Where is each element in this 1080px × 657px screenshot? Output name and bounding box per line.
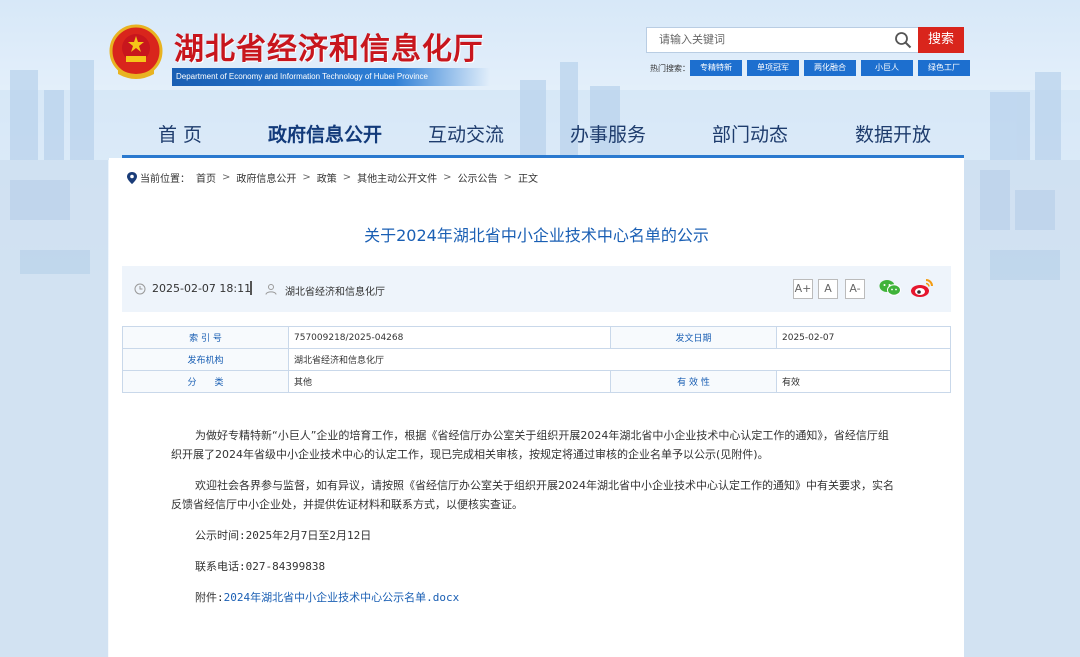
search-button[interactable]: 搜索	[918, 27, 964, 53]
contact-phone: 联系电话:027-84399838	[195, 560, 326, 573]
breadcrumb: 当前位置： 首页 > 政府信息公开 > 政策 > 其他主动公开文件 > 公示公告…	[127, 170, 538, 185]
person-icon	[265, 284, 277, 295]
nav-item-interaction[interactable]: 互动交流	[428, 118, 504, 152]
document-meta-table: 索 引 号 757009218/2025-04268 发文日期 2025-02-…	[122, 326, 951, 393]
site-subtitle: Department of Economy and Information Te…	[172, 68, 490, 86]
clock-icon	[134, 283, 146, 295]
meta-value: 湖北省经济和信息化厅	[288, 348, 951, 371]
nav-item-dept-news[interactable]: 部门动态	[712, 118, 788, 152]
location-pin-icon	[127, 171, 137, 184]
nav-item-open-data[interactable]: 数据开放	[855, 118, 931, 152]
body-paragraph: 欢迎社会各界参与监督，如有异议，请按照《省经信厅办公室关于组织开展2024年湖北…	[171, 479, 894, 511]
info-divider	[250, 281, 252, 295]
publicity-period: 公示时间:2025年2月7日至2月12日	[195, 529, 372, 542]
hot-tag[interactable]: 两化融合	[804, 60, 856, 76]
article-body: 为做好专精特新“小巨人”企业的培育工作，根据《省经信厅办公室关于组织开展2024…	[171, 426, 899, 619]
breadcrumb-item[interactable]: 其他主动公开文件	[357, 170, 437, 185]
breadcrumb-label: 当前位置：	[140, 174, 190, 185]
breadcrumb-item[interactable]: 首页	[196, 170, 216, 185]
breadcrumb-separator: >	[503, 172, 512, 183]
breadcrumb-item[interactable]: 政策	[317, 170, 337, 185]
nav-item-services[interactable]: 办事服务	[570, 118, 646, 152]
meta-key: 有 效 性	[610, 370, 777, 393]
national-emblem-icon	[109, 24, 163, 79]
breadcrumb-separator: >	[222, 172, 231, 183]
nav-item-home[interactable]: 首 页	[158, 118, 202, 152]
meta-key: 索 引 号	[122, 326, 289, 349]
meta-value: 2025-02-07	[776, 326, 951, 349]
hot-tag[interactable]: 专精特新	[690, 60, 742, 76]
search-input[interactable]: 请输入关键词	[646, 27, 918, 53]
article-title: 关于2024年湖北省中小企业技术中心名单的公示	[364, 226, 709, 245]
hot-search-label: 热门搜索：	[650, 64, 690, 73]
font-size-small-button[interactable]: A-	[845, 279, 865, 299]
attachment-link[interactable]: 2024年湖北省中小企业技术中心公示名单.docx	[224, 591, 460, 604]
hot-tag[interactable]: 绿色工厂	[918, 60, 970, 76]
breadcrumb-separator: >	[443, 172, 452, 183]
breadcrumb-item[interactable]: 公示公告	[458, 170, 498, 185]
meta-key: 发文日期	[610, 326, 777, 349]
breadcrumb-separator: >	[302, 172, 311, 183]
wechat-share-icon[interactable]	[879, 279, 901, 297]
hot-search-tags: 专精特新 单项冠军 两化融合 小巨人 绿色工厂	[690, 60, 970, 76]
breadcrumb-separator: >	[342, 172, 352, 183]
publish-source: 湖北省经济和信息化厅	[285, 287, 385, 298]
meta-key: 发布机构	[122, 348, 289, 371]
article-info-bar: 2025-02-07 18:11 湖北省经济和信息化厅 A+ A A-	[122, 266, 951, 312]
font-size-large-button[interactable]: A+	[793, 279, 813, 299]
publish-date: 2025-02-07 18:11	[152, 282, 252, 295]
breadcrumb-item[interactable]: 政府信息公开	[236, 170, 296, 185]
attachment-line: 附件:2024年湖北省中小企业技术中心公示名单.docx	[171, 588, 899, 607]
breadcrumb-item-current: 正文	[517, 174, 538, 185]
meta-value: 757009218/2025-04268	[288, 326, 611, 349]
meta-value: 有效	[776, 370, 951, 393]
main-content: 当前位置： 首页 > 政府信息公开 > 政策 > 其他主动公开文件 > 公示公告…	[109, 158, 964, 657]
meta-key: 分 类	[122, 370, 289, 393]
table-row: 分 类 其他 有 效 性 有效	[122, 370, 951, 393]
nav-item-gov-info[interactable]: 政府信息公开	[268, 118, 382, 152]
font-size-medium-button[interactable]: A	[818, 279, 838, 299]
weibo-share-icon[interactable]	[910, 278, 934, 298]
meta-value: 其他	[288, 370, 611, 393]
body-paragraph: 为做好专精特新“小巨人”企业的培育工作，根据《省经信厅办公室关于组织开展2024…	[171, 429, 889, 461]
main-nav: 首 页 政府信息公开 互动交流 办事服务 部门动态 数据开放	[122, 118, 964, 158]
hot-tag[interactable]: 单项冠军	[747, 60, 799, 76]
attachment-label: 附件:	[195, 591, 224, 604]
site-title: 湖北省经济和信息化厅	[174, 32, 484, 67]
table-row: 索 引 号 757009218/2025-04268 发文日期 2025-02-…	[122, 326, 951, 349]
search-icon[interactable]	[894, 31, 912, 49]
site-header: 湖北省经济和信息化厅 Department of Economy and Inf…	[0, 0, 1080, 160]
hot-tag[interactable]: 小巨人	[861, 60, 913, 76]
table-row: 发布机构 湖北省经济和信息化厅	[122, 348, 951, 371]
